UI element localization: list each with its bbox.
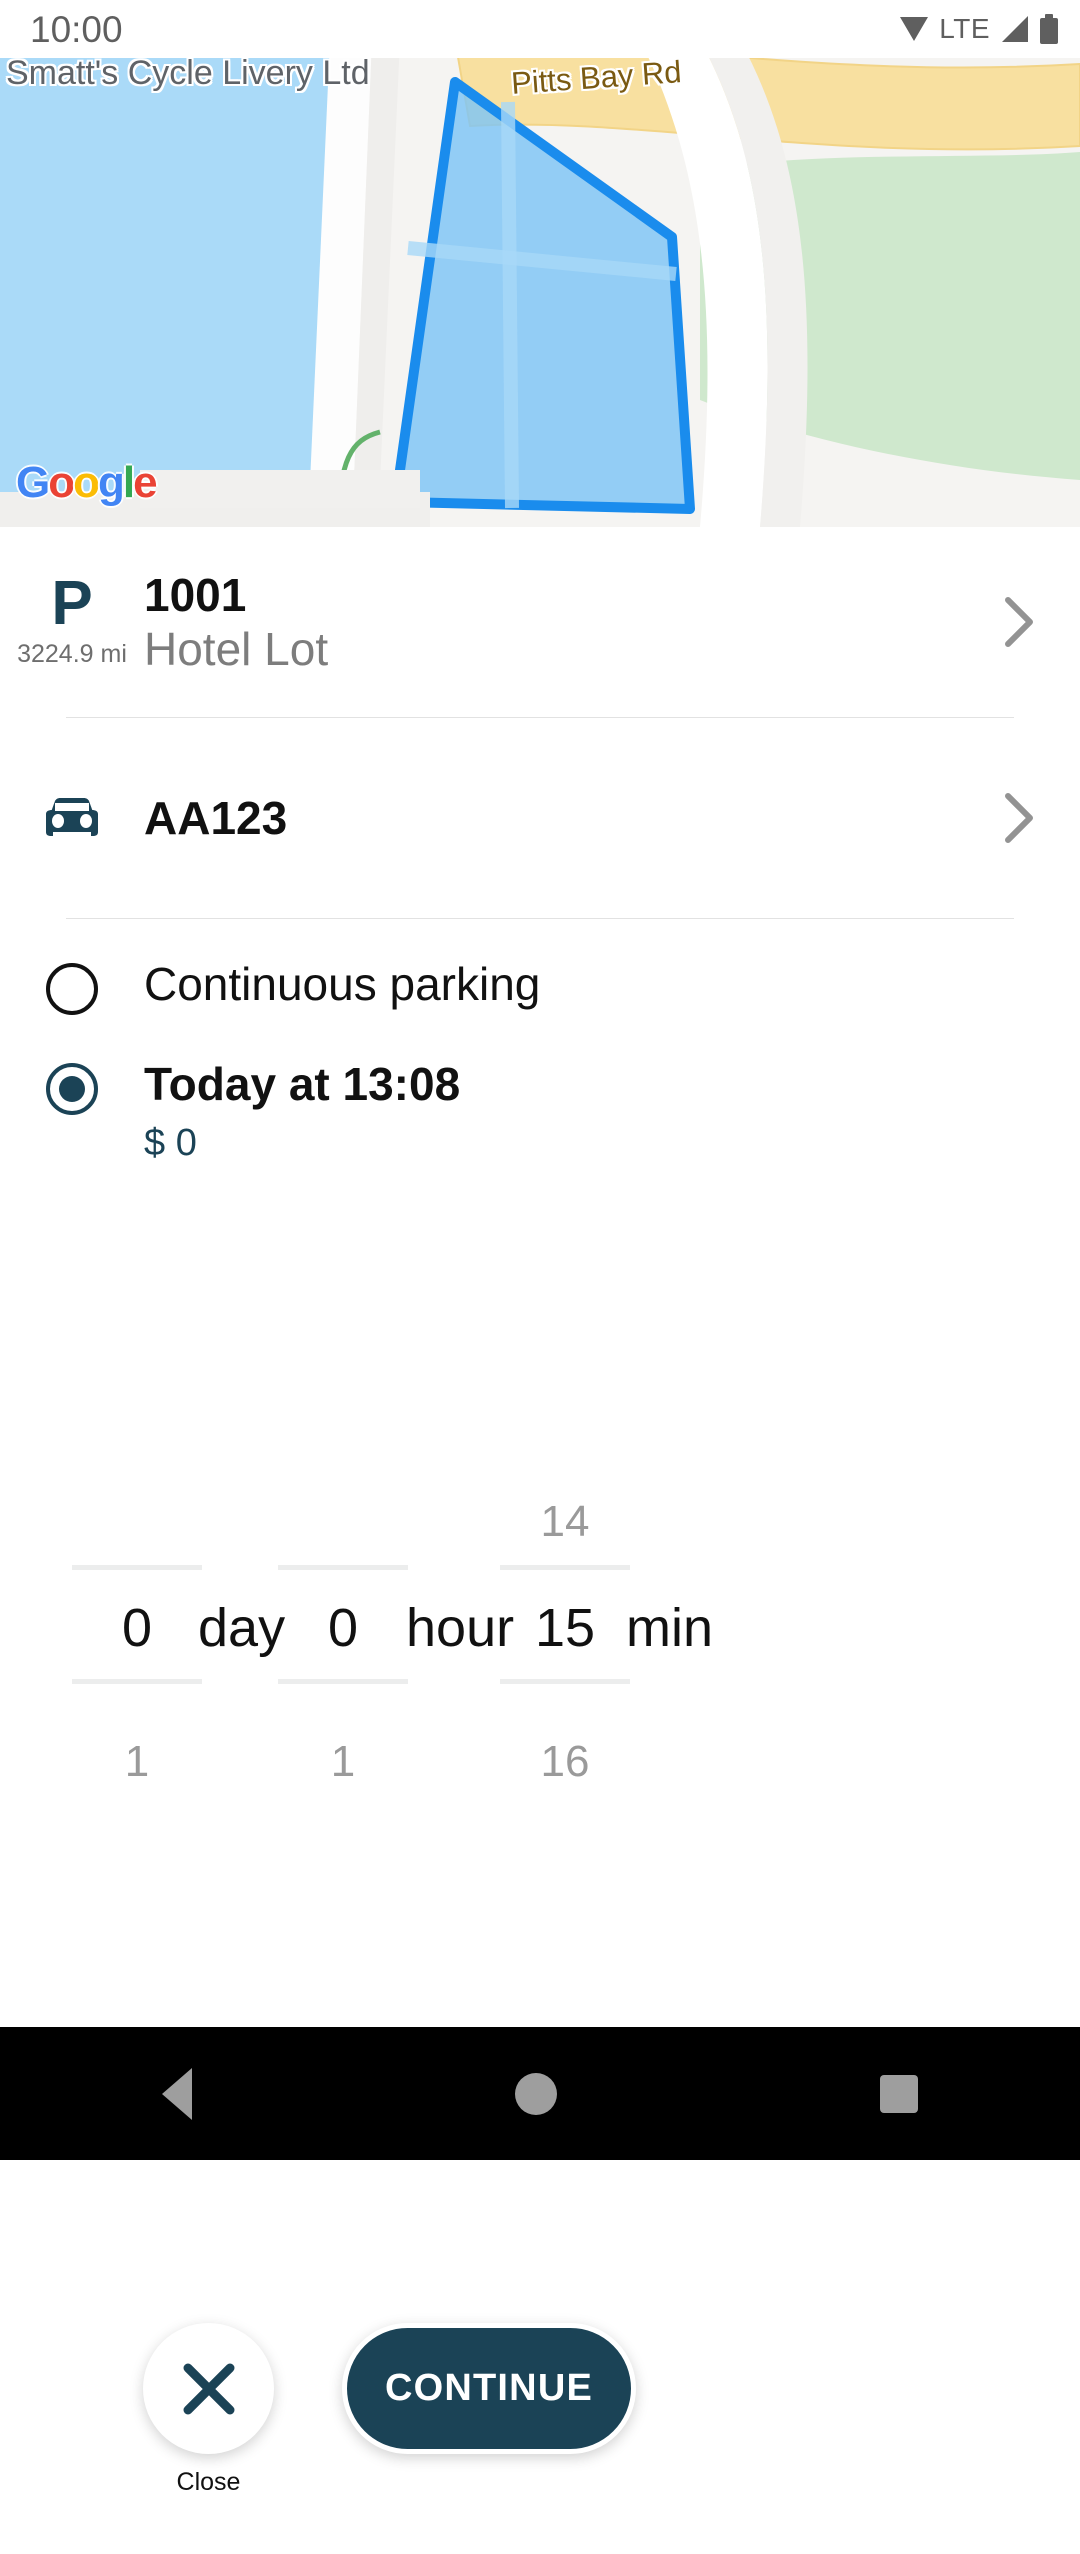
picker-next-value[interactable]: 16: [500, 1737, 630, 1787]
picker-unit-hour: hour: [406, 1598, 515, 1658]
google-logo-letter: l: [122, 458, 135, 507]
picker-unit-min: min: [626, 1598, 714, 1658]
status-icon-group: LTE: [899, 13, 1058, 45]
option-label: Continuous parking: [144, 958, 541, 1010]
lot-name: Hotel Lot: [144, 623, 329, 675]
lot-distance: 3224.9 mi: [17, 639, 127, 668]
picker-current-value[interactable]: 0: [278, 1597, 408, 1659]
option-price: $ 0: [144, 1121, 197, 1164]
chevron-right-icon[interactable]: [1002, 596, 1036, 648]
picker-next-value[interactable]: 1: [72, 1737, 202, 1787]
map-view[interactable]: Smatt's Cycle Livery Ltd Pitts Bay Rd Go…: [0, 40, 1080, 527]
map-place-label: Smatt's Cycle Livery Ltd: [6, 54, 370, 92]
chevron-right-icon[interactable]: [1002, 792, 1036, 844]
picker-next-value[interactable]: 1: [278, 1737, 408, 1787]
action-bar: Close CONTINUE: [0, 2287, 1080, 2554]
picker-current-value[interactable]: 15: [500, 1597, 630, 1659]
vehicle-row[interactable]: AA123: [0, 718, 1080, 918]
parking-lot-row[interactable]: P 3224.9 mi 1001 Hotel Lot: [0, 527, 1080, 717]
option-today-at-time[interactable]: Today at 13:08 $ 0: [0, 1037, 1080, 1187]
picker-column-day[interactable]: 0 1: [72, 1497, 202, 1787]
lot-number: 1001: [144, 568, 247, 621]
google-logo: Google: [16, 458, 158, 508]
parking-p-icon: P: [51, 569, 93, 639]
duration-option-list: Continuous parking Today at 13:08 $ 0: [0, 919, 1080, 1187]
parking-lot-lead: P 3224.9 mi: [0, 569, 144, 669]
duration-picker[interactable]: 0 1 day 0 1 hour 14 15 16 min: [0, 1497, 1080, 1787]
wifi-icon: [899, 15, 929, 43]
google-logo-letter: o: [73, 458, 100, 507]
parking-lot-text: 1001 Hotel Lot: [144, 568, 1002, 677]
picker-divider-bottom: [72, 1679, 202, 1684]
close-button-label: Close: [176, 2468, 241, 2496]
picker-prev-value[interactable]: 14: [500, 1497, 630, 1547]
map-canvas: [0, 40, 1080, 527]
close-x-icon: [178, 2358, 240, 2420]
option-radio-lead: [0, 1059, 144, 1115]
google-logo-letter: e: [133, 458, 158, 507]
option-today-text: Today at 13:08 $ 0: [144, 1059, 1080, 1165]
picker-divider-top: [72, 1565, 202, 1570]
close-button-group[interactable]: Close: [143, 2323, 274, 2497]
picker-column-min[interactable]: 14 15 16: [500, 1497, 630, 1787]
picker-divider-bottom: [500, 1679, 630, 1684]
signal-icon: [1000, 15, 1030, 43]
vehicle-lead: [0, 796, 144, 840]
network-type-label: LTE: [939, 13, 990, 44]
vehicle-plate: AA123: [144, 791, 288, 844]
booking-sheet: P 3224.9 mi 1001 Hotel Lot AA123 Continu…: [0, 527, 1080, 2496]
picker-unit-day: day: [198, 1598, 286, 1658]
picker-divider-top: [278, 1565, 408, 1570]
option-label: Today at 13:08: [144, 1058, 461, 1110]
car-icon: [41, 796, 103, 840]
home-circle-icon[interactable]: [514, 2072, 557, 2115]
continue-button[interactable]: CONTINUE: [342, 2323, 636, 2454]
option-radio-lead: [0, 959, 144, 1015]
picker-divider-bottom: [278, 1679, 408, 1684]
status-bar: 10:00 LTE: [0, 0, 1080, 58]
option-continuous-parking[interactable]: Continuous parking: [0, 937, 1080, 1037]
google-logo-letter: g: [98, 458, 125, 507]
option-continuous-text: Continuous parking: [144, 959, 1080, 1010]
google-logo-letter: o: [48, 458, 75, 507]
radio-selected-icon[interactable]: [46, 1063, 98, 1115]
google-logo-letter: G: [16, 458, 50, 507]
battery-icon: [1040, 14, 1058, 44]
radio-unselected-icon[interactable]: [46, 963, 98, 1015]
back-triangle-icon[interactable]: [161, 2067, 192, 2120]
android-nav-bar: [0, 2027, 1080, 2160]
picker-divider-top: [500, 1565, 630, 1570]
recents-square-icon[interactable]: [880, 2074, 919, 2113]
picker-current-value[interactable]: 0: [72, 1597, 202, 1659]
status-time: 10:00: [30, 8, 123, 50]
picker-column-hour[interactable]: 0 1: [278, 1497, 408, 1787]
close-button[interactable]: [143, 2323, 274, 2454]
vehicle-text: AA123: [144, 791, 1002, 845]
